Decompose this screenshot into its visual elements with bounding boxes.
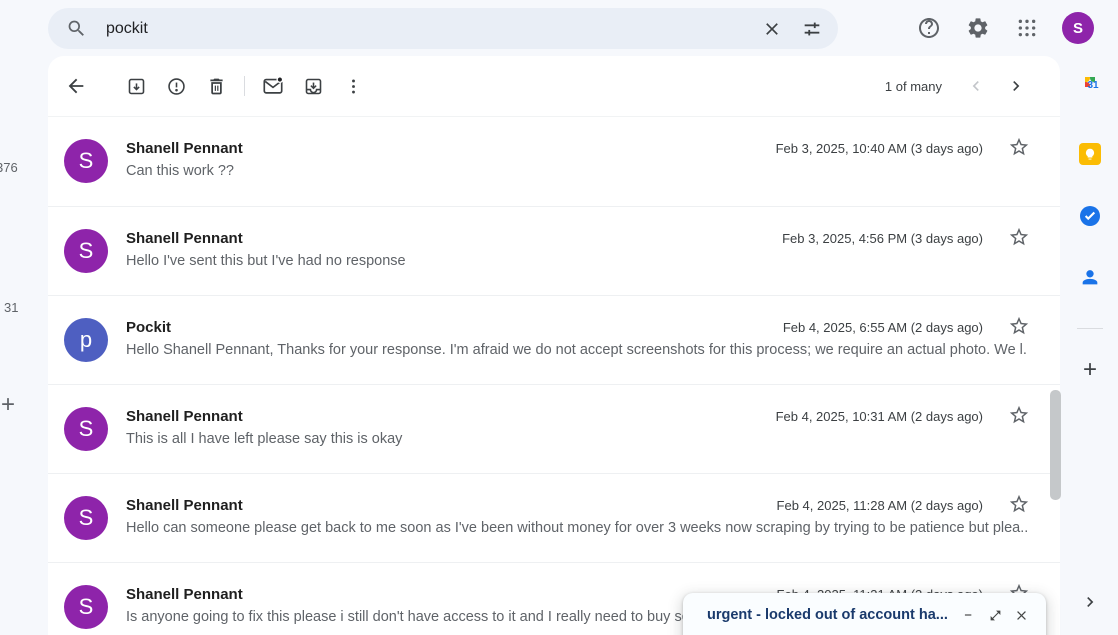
hide-panel-chevron-icon[interactable] — [1080, 592, 1100, 612]
star-icon[interactable] — [1008, 493, 1030, 515]
sender-avatar[interactable]: S — [64, 496, 108, 540]
workspace-side-panel: 31 + — [1062, 56, 1118, 635]
clear-search-icon[interactable] — [752, 9, 792, 49]
report-spam-icon[interactable] — [156, 66, 196, 106]
email-snippet: Hello I've sent this but I've had no res… — [126, 253, 1028, 269]
settings-gear-icon[interactable] — [958, 8, 998, 48]
email-snippet: Can this work ?? — [126, 163, 1028, 179]
email-row[interactable]: S Shanell Pennant Can this work ?? Feb 3… — [48, 117, 1060, 206]
scrollbar-thumb[interactable] — [1050, 390, 1061, 500]
popout-fullscreen-icon[interactable] — [982, 602, 1008, 628]
help-icon[interactable] — [909, 8, 949, 48]
google-apps-grid-icon[interactable] — [1007, 8, 1047, 48]
email-snippet: Hello Shanell Pennant, Thanks for your r… — [126, 342, 1028, 358]
email-timestamp: Feb 4, 2025, 6:55 AM (2 days ago) — [783, 320, 983, 335]
email-row[interactable]: S Shanell Pennant This is all I have lef… — [48, 384, 1060, 473]
conversation-panel: 1 of many S Shanell Pennant Can this wor… — [48, 56, 1060, 635]
email-snippet: This is all I have left please say this … — [126, 431, 1028, 447]
mark-unread-icon[interactable] — [253, 66, 293, 106]
google-contacts-icon[interactable] — [1079, 266, 1101, 288]
search-bar[interactable] — [48, 8, 838, 49]
google-keep-icon[interactable] — [1079, 143, 1101, 165]
sender-name: Shanell Pennant — [126, 140, 243, 157]
star-icon[interactable] — [1008, 136, 1030, 158]
email-snippet: Hello can someone please get back to me … — [126, 520, 1028, 536]
sender-avatar[interactable]: S — [64, 585, 108, 629]
close-icon[interactable] — [1008, 602, 1034, 628]
move-to-inbox-icon[interactable] — [293, 66, 333, 106]
sender-avatar[interactable]: S — [64, 229, 108, 273]
email-timestamp: Feb 3, 2025, 4:56 PM (3 days ago) — [782, 231, 983, 246]
conversation-toolbar: 1 of many — [48, 56, 1060, 117]
star-icon[interactable] — [1008, 404, 1030, 426]
compose-subject[interactable]: urgent - locked out of account ha... — [707, 607, 956, 623]
sender-name: Pockit — [126, 319, 171, 336]
delete-trash-icon[interactable] — [196, 66, 236, 106]
search-options-tune-icon[interactable] — [792, 9, 832, 49]
email-row[interactable]: S Shanell Pennant Hello can someone plea… — [48, 473, 1060, 562]
star-icon[interactable] — [1008, 226, 1030, 248]
search-input[interactable] — [106, 20, 752, 38]
email-timestamp: Feb 3, 2025, 10:40 AM (3 days ago) — [776, 141, 983, 156]
sender-avatar[interactable]: S — [64, 407, 108, 451]
email-timestamp: Feb 4, 2025, 11:28 AM (2 days ago) — [777, 498, 983, 513]
minimize-icon[interactable] — [956, 602, 982, 628]
back-arrow-icon[interactable] — [56, 66, 96, 106]
header-actions: S — [909, 8, 1094, 48]
sender-avatar[interactable]: p — [64, 318, 108, 362]
email-row[interactable]: p Pockit Hello Shanell Pennant, Thanks f… — [48, 295, 1060, 384]
sender-name: Shanell Pennant — [126, 586, 243, 603]
sender-name: Shanell Pennant — [126, 408, 243, 425]
search-icon[interactable] — [56, 9, 96, 49]
more-options-icon[interactable] — [333, 66, 373, 106]
sender-name: Shanell Pennant — [126, 230, 243, 247]
label-count-middle: 31 — [4, 300, 18, 315]
email-list: S Shanell Pennant Can this work ?? Feb 3… — [48, 117, 1060, 635]
sender-name: Shanell Pennant — [126, 497, 243, 514]
minimized-compose-window[interactable]: urgent - locked out of account ha... — [683, 593, 1046, 635]
email-row[interactable]: S Shanell Pennant Hello I've sent this b… — [48, 206, 1060, 295]
pagination-counter: 1 of many — [885, 79, 942, 94]
label-count-top: 376 — [0, 160, 18, 175]
google-tasks-icon[interactable] — [1078, 204, 1102, 228]
get-addons-plus-icon[interactable]: + — [1083, 356, 1097, 384]
email-timestamp: Feb 4, 2025, 10:31 AM (2 days ago) — [776, 409, 983, 424]
sender-avatar[interactable]: S — [64, 139, 108, 183]
older-chevron-right-icon[interactable] — [996, 66, 1036, 106]
profile-avatar[interactable]: S — [1062, 12, 1094, 44]
side-panel-divider — [1077, 328, 1103, 329]
archive-icon[interactable] — [116, 66, 156, 106]
star-icon[interactable] — [1008, 315, 1030, 337]
add-label-plus-icon[interactable]: + — [1, 391, 15, 419]
newer-chevron-left-icon[interactable] — [956, 66, 996, 106]
toolbar-divider — [244, 76, 245, 96]
